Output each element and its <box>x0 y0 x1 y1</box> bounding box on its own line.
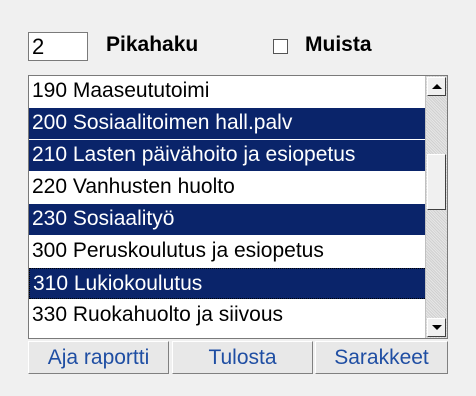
arrow-down-icon <box>432 325 442 330</box>
list-item[interactable]: 200 Sosiaalitoimen hall.palv <box>29 108 427 139</box>
quick-search-label: Pikahaku <box>106 33 199 56</box>
list-item[interactable]: 220 Vanhusten huolto <box>29 172 427 203</box>
remember-checkbox[interactable] <box>273 39 288 54</box>
run-report-button[interactable]: Aja raportti <box>28 341 169 374</box>
unit-listbox[interactable]: 190 Maaseututoimi 200 Sosiaalitoimen hal… <box>28 75 448 339</box>
scroll-thumb[interactable] <box>427 154 446 210</box>
arrow-up-icon <box>432 84 442 89</box>
list-item[interactable]: 230 Sosiaalityö <box>29 204 427 235</box>
list-item[interactable]: 210 Lasten päivähoito ja esiopetus <box>29 140 427 171</box>
list-item[interactable]: 330 Ruokahuolto ja siivous <box>29 300 427 331</box>
columns-button[interactable]: Sarakkeet <box>315 341 448 374</box>
vertical-scrollbar[interactable] <box>425 76 447 338</box>
list-item[interactable]: 310 Lukiokoulutus <box>29 268 427 299</box>
list-item[interactable]: 300 Peruskoulutus ja esiopetus <box>29 236 427 267</box>
remember-label: Muista <box>305 33 372 56</box>
list-item[interactable]: 190 Maaseututoimi <box>29 76 427 107</box>
scroll-up-button[interactable] <box>427 77 446 96</box>
quantity-input[interactable] <box>28 32 88 61</box>
scroll-down-button[interactable] <box>427 318 446 337</box>
print-button[interactable]: Tulosta <box>172 341 313 374</box>
